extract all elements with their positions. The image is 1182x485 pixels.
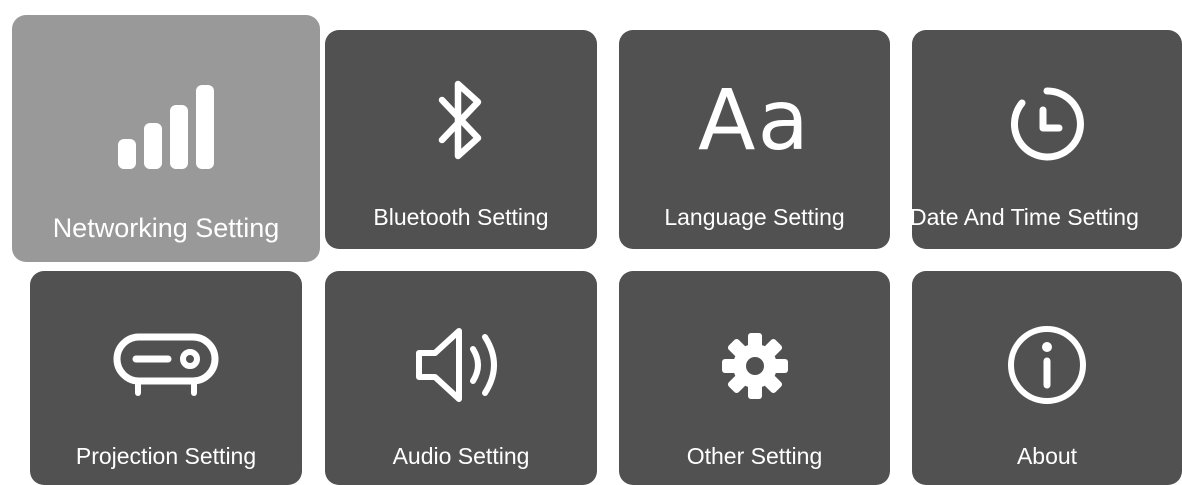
projector-icon [30,329,302,399]
tile-audio-setting[interactable]: Audio Setting [325,271,597,485]
tile-label: Language Setting [664,204,845,230]
tile-label: Audio Setting [392,443,530,469]
tile-networking-setting[interactable]: Networking Setting [12,15,320,262]
gear-icon [619,331,890,401]
clock-icon [912,82,1182,166]
tile-label: About [1016,443,1078,469]
bluetooth-icon [325,76,597,164]
tile-label: Date And Time Setting [912,204,1139,230]
speaker-icon [325,323,597,407]
tile-other-setting[interactable]: Other Setting [619,271,890,485]
tile-about[interactable]: About [912,271,1182,485]
tile-date-time-setting[interactable]: Date And Time Setting [912,30,1182,249]
settings-menu: Networking Setting Bluetooth Setting Aa … [0,0,1182,485]
info-icon [912,323,1182,407]
tile-bluetooth-setting[interactable]: Bluetooth Setting [325,30,597,249]
tile-label: Projection Setting [75,443,257,469]
tile-label: Other Setting [686,443,823,469]
tile-label: Networking Setting [52,213,280,243]
signal-bars-icon [12,83,320,173]
language-aa-icon: Aa [698,71,811,169]
tile-label: Bluetooth Setting [373,204,549,230]
tile-language-setting[interactable]: Aa Language Setting [619,30,890,249]
tile-projection-setting[interactable]: Projection Setting [30,271,302,485]
